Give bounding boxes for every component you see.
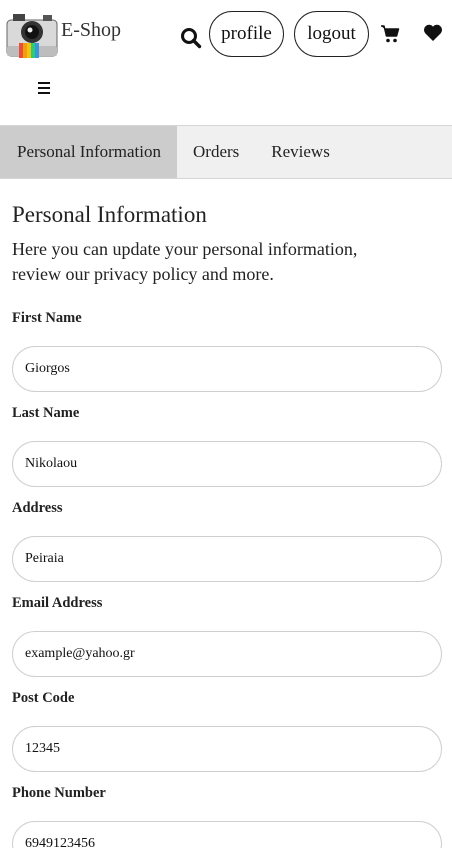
first-name-label: First Name (12, 310, 82, 326)
site-header: E-Shop profile logout (0, 0, 452, 125)
address-field[interactable] (12, 536, 442, 582)
menu-icon[interactable] (38, 82, 50, 94)
post-code-field[interactable] (12, 726, 442, 772)
page-title: Personal Information (12, 202, 207, 227)
email-label: Email Address (12, 595, 103, 611)
address-label: Address (12, 500, 63, 516)
camera-logo-icon[interactable] (5, 6, 59, 58)
phone-number-field[interactable] (12, 821, 442, 848)
profile-tabs: Personal Information Orders Reviews (0, 125, 452, 179)
email-field[interactable] (12, 631, 442, 677)
post-code-label: Post Code (12, 690, 75, 706)
intro-text: Here you can update your personal inform… (12, 239, 358, 284)
logout-button[interactable]: logout (294, 11, 369, 57)
last-name-field[interactable] (12, 441, 442, 487)
last-name-label: Last Name (12, 405, 80, 421)
search-icon[interactable] (180, 27, 202, 49)
profile-button[interactable]: profile (209, 11, 284, 57)
first-name-field[interactable] (12, 346, 442, 392)
heart-icon[interactable] (423, 23, 443, 43)
phone-number-label: Phone Number (12, 785, 106, 801)
tab-personal-information[interactable]: Personal Information (0, 126, 177, 178)
tab-orders[interactable]: Orders (177, 126, 255, 178)
cart-icon[interactable] (380, 24, 400, 44)
personal-information-section: Personal Information Here you can update… (12, 179, 442, 848)
brand-name[interactable]: E-Shop (61, 19, 121, 42)
tab-reviews[interactable]: Reviews (255, 126, 346, 178)
